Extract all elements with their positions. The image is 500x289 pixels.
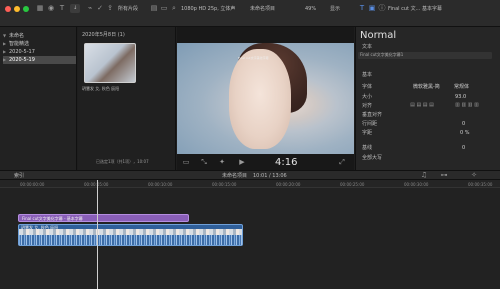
ruler-tick-label: 00:00:30:00 xyxy=(404,182,429,187)
index-button[interactable]: 索引 xyxy=(14,173,24,179)
tracking-label: 字距 xyxy=(362,130,373,136)
fullscreen-icon[interactable]: ⤢ xyxy=(338,158,346,167)
format-label: 1080p HD 25p, 立体声 xyxy=(181,6,236,12)
inspector-video-icon[interactable]: ▣ xyxy=(368,4,376,13)
section-text-label: 文本 xyxy=(362,44,373,50)
inspector-title: Final cut 文... 基本字幕 xyxy=(388,6,442,12)
title-clip-label: Final cut文字美化字幕 - 基本字幕 xyxy=(22,216,83,221)
ruler-tick-label: 00:00:35:00 xyxy=(468,182,493,187)
view-menu[interactable]: 显示 xyxy=(330,6,340,12)
ruler-tick-label: 00:00:25:00 xyxy=(340,182,365,187)
baseline-value[interactable]: 0 xyxy=(462,145,465,151)
timeline-duration: 10:01 / 13:06 xyxy=(253,173,287,179)
font-family-select[interactable]: 微软雅黑-简 xyxy=(413,84,440,90)
ruler-tick-label: 00:00:15:00 xyxy=(212,182,237,187)
face-shape xyxy=(229,49,291,149)
timecode-display: 4:16 xyxy=(275,157,298,168)
inspector-info-icon[interactable]: ⓘ xyxy=(378,4,386,13)
font-preview[interactable]: Normal xyxy=(360,30,396,41)
font-style-select[interactable]: 常规体 xyxy=(454,84,469,90)
share-icon[interactable]: ⇪ xyxy=(106,4,114,13)
close-window-button[interactable] xyxy=(5,6,11,12)
sidebar-item-library[interactable]: ▼ 未命名 xyxy=(3,32,76,40)
line-spacing-label: 行间距 xyxy=(362,121,378,127)
tracking-value[interactable]: 0 % xyxy=(460,130,470,136)
search-icon[interactable]: ⌕ xyxy=(170,4,178,13)
alignment-label: 对齐 xyxy=(362,103,373,109)
size-label: 大小 xyxy=(362,94,373,100)
transform-icon[interactable]: ⤡ xyxy=(200,158,208,167)
ruler-tick-label: 00:00:20:00 xyxy=(276,182,301,187)
sidebar-item-event-2020-5-19[interactable]: ▶ 2020-5-19 xyxy=(3,56,76,64)
sidebar-item-smart-collections[interactable]: ▶ 智能精选 xyxy=(3,40,76,48)
clip-thumbnail[interactable] xyxy=(84,43,136,83)
baseline-label: 基线 xyxy=(362,145,373,151)
import-button[interactable]: ↓ xyxy=(70,4,81,13)
library-sidebar: ▼ 未命名 ▶ 智能精选 ▶ 2020-5-17 ▶ 2020-5-19 xyxy=(0,27,77,170)
play-icon[interactable]: ▶ xyxy=(238,158,246,167)
inspector-panel xyxy=(355,27,500,170)
ruler-tick-label: 00:00:10:00 xyxy=(148,182,173,187)
zoom-level[interactable]: 49% xyxy=(305,6,316,12)
zoom-window-button[interactable] xyxy=(23,6,29,12)
timeline-toolbar: 索引 未命名项目 10:01 / 13:06 ♫ ⊶ ✧ xyxy=(0,170,500,180)
title-icon[interactable]: T xyxy=(58,4,66,13)
all-caps-label: 全部大写 xyxy=(362,155,383,161)
font-label: 字体 xyxy=(362,84,373,90)
clip-name[interactable]: 玥慧发 艾, 秋色 辰阳 xyxy=(82,86,119,92)
alignment-buttons[interactable]: ▤ ▤ ▤ ▤ xyxy=(402,101,442,110)
title-clip[interactable]: Final cut文字美化字幕 - 基本字幕 xyxy=(18,214,189,222)
sidebar-item-event-2020-5-17[interactable]: ▶ 2020-5-17 xyxy=(3,48,76,56)
vertical-align-label: 垂直对齐 xyxy=(362,112,383,118)
grid-view-icon[interactable]: ▤ xyxy=(150,4,158,13)
keyword-icon[interactable]: ⌁ xyxy=(86,4,94,13)
browser-status: 已选定1项（共1项），10:07 xyxy=(96,159,149,164)
top-toolbar: ▦ ◉ T ↓ ⌁ ✓ ⇪ 所有片段 ▤ ▭ ⌕ 1080p HD 25p, 立… xyxy=(0,0,500,27)
overlay-title-text[interactable]: Final cut文字美化字幕 xyxy=(238,55,269,61)
filmstrip-icon[interactable]: ▭ xyxy=(160,4,168,13)
effects-icon[interactable]: ✧ xyxy=(470,171,478,180)
project-name: 未命名项目 xyxy=(250,6,276,12)
library-icon[interactable]: ▦ xyxy=(36,4,44,13)
audio-waveform xyxy=(19,235,242,245)
inspector-text-icon[interactable]: T xyxy=(358,4,366,13)
size-value[interactable]: 93.0 xyxy=(455,94,466,100)
enhance-icon[interactable]: ✦ xyxy=(218,158,226,167)
checkmark-icon[interactable]: ✓ xyxy=(96,4,104,13)
line-spacing-value[interactable]: 0 xyxy=(462,121,465,127)
timeline-project-name: 未命名项目 xyxy=(222,173,248,179)
text-input[interactable]: Final cut文字美化字幕1 xyxy=(358,52,492,59)
section-basic-label: 基本 xyxy=(362,72,373,78)
playhead[interactable] xyxy=(97,180,98,289)
skimming-icon[interactable]: ⊶ xyxy=(440,171,448,180)
ruler-tick-label: 00:00:00:00 xyxy=(20,182,45,187)
photos-icon[interactable]: ◉ xyxy=(47,4,55,13)
library-filter[interactable]: 所有片段 xyxy=(118,6,138,12)
audio-icon[interactable]: ♫ xyxy=(420,171,428,180)
viewer-display-icon[interactable]: ▭ xyxy=(182,158,190,167)
date-header[interactable]: 2020年5月8日 (1) xyxy=(82,32,125,38)
minimize-window-button[interactable] xyxy=(14,6,20,12)
justify-buttons[interactable]: ▥ ▥ ▥ ▥ xyxy=(447,101,487,110)
